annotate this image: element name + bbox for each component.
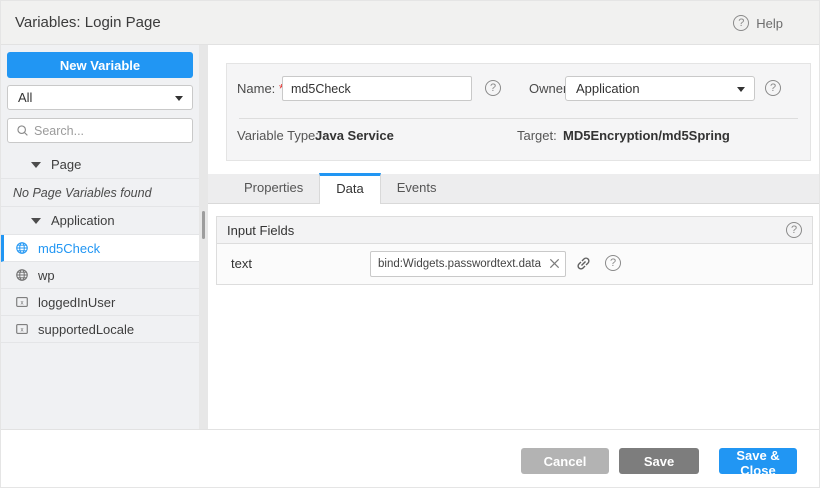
help-label: Help — [756, 16, 783, 31]
variable-type-value: Java Service — [315, 126, 394, 146]
input-fields-row: text — [217, 244, 812, 284]
owner-select[interactable]: Application — [565, 76, 755, 101]
variable-filter-value: All — [18, 90, 32, 105]
input-fields-section: Input Fields text — [216, 216, 813, 285]
bind-input-wrap — [370, 251, 566, 277]
search-icon — [16, 124, 29, 137]
name-owner-row: Name: * Owner: * Application — [227, 76, 810, 102]
tab-data[interactable]: Data — [319, 173, 380, 204]
chevron-down-icon — [737, 87, 745, 92]
bind-value-input[interactable] — [370, 251, 566, 277]
field-help-icon[interactable] — [605, 255, 621, 271]
help-icon — [733, 15, 749, 31]
tree-item-wp[interactable]: wp — [1, 262, 199, 289]
page-title: Variables: Login Page — [15, 1, 161, 45]
detail-tabbar: Properties Data Events — [208, 174, 820, 204]
name-label: Name: * — [237, 76, 284, 102]
variable-summary-box: Name: * Owner: * Application Variable Ty… — [226, 63, 811, 161]
tree-item-label: loggedInUser — [38, 295, 115, 310]
input-fields-title: Input Fields — [227, 223, 294, 238]
new-variable-button[interactable]: New Variable — [7, 52, 193, 78]
target-label: Target: — [517, 126, 557, 146]
dialog-footer: Cancel Save Save & Close — [1, 429, 820, 487]
page-variables-empty-text: No Page Variables found — [1, 179, 199, 207]
model-variable-icon: x — [15, 295, 29, 309]
tree-item-loggedinuser[interactable]: x loggedInUser — [1, 289, 199, 316]
chevron-down-icon — [175, 96, 183, 101]
cancel-button[interactable]: Cancel — [521, 448, 609, 474]
field-name-label: text — [231, 244, 252, 284]
variable-detail-panel: Name: * Owner: * Application Variable Ty… — [208, 45, 820, 431]
bind-link-icon[interactable] — [571, 251, 595, 275]
collapse-triangle-icon — [31, 162, 41, 168]
tree-group-label: Application — [51, 213, 115, 228]
owner-help-icon[interactable] — [765, 80, 781, 96]
tree-item-label: supportedLocale — [38, 322, 134, 337]
tree-item-md5check[interactable]: md5Check — [1, 235, 199, 262]
tree-group-page[interactable]: Page — [1, 151, 199, 179]
type-target-row: Variable Type: Java Service Target: MD5E… — [227, 126, 810, 146]
form-divider — [239, 118, 798, 119]
search-input[interactable] — [34, 124, 184, 138]
tree-item-supportedlocale[interactable]: x supportedLocale — [1, 316, 199, 343]
scrollbar-thumb[interactable] — [202, 211, 205, 239]
collapse-triangle-icon — [31, 218, 41, 224]
clear-bind-icon[interactable] — [548, 257, 561, 270]
dialog-header: Variables: Login Page Help — [1, 1, 820, 45]
variables-dialog: Variables: Login Page Help New Variable … — [0, 0, 820, 488]
input-fields-header: Input Fields — [217, 217, 812, 244]
name-input[interactable] — [282, 76, 472, 101]
panel-divider — [199, 45, 208, 431]
variable-type-label: Variable Type: — [237, 126, 319, 146]
tree-item-label: wp — [38, 268, 55, 283]
save-button[interactable]: Save — [619, 448, 699, 474]
target-value: MD5Encryption/md5Spring — [563, 126, 730, 146]
help-button[interactable]: Help — [733, 15, 783, 31]
variables-sidebar: New Variable All Page No Page Variables … — [1, 45, 199, 431]
tab-events[interactable]: Events — [381, 173, 453, 203]
tree-item-label: md5Check — [38, 241, 100, 256]
variables-tree: Page No Page Variables found Application — [1, 151, 199, 343]
svg-text:x: x — [20, 300, 23, 307]
java-service-icon — [15, 268, 29, 282]
tree-group-application[interactable]: Application — [1, 207, 199, 235]
tree-group-label: Page — [51, 157, 81, 172]
svg-text:x: x — [20, 327, 23, 334]
tab-properties[interactable]: Properties — [228, 173, 319, 203]
variable-filter-select[interactable]: All — [7, 85, 193, 110]
search-box[interactable] — [7, 118, 193, 143]
name-help-icon[interactable] — [485, 80, 501, 96]
model-variable-icon: x — [15, 322, 29, 336]
java-service-icon — [15, 241, 29, 255]
owner-value: Application — [576, 81, 640, 96]
save-and-close-button[interactable]: Save & Close — [719, 448, 797, 474]
input-fields-help-icon[interactable] — [786, 222, 802, 238]
